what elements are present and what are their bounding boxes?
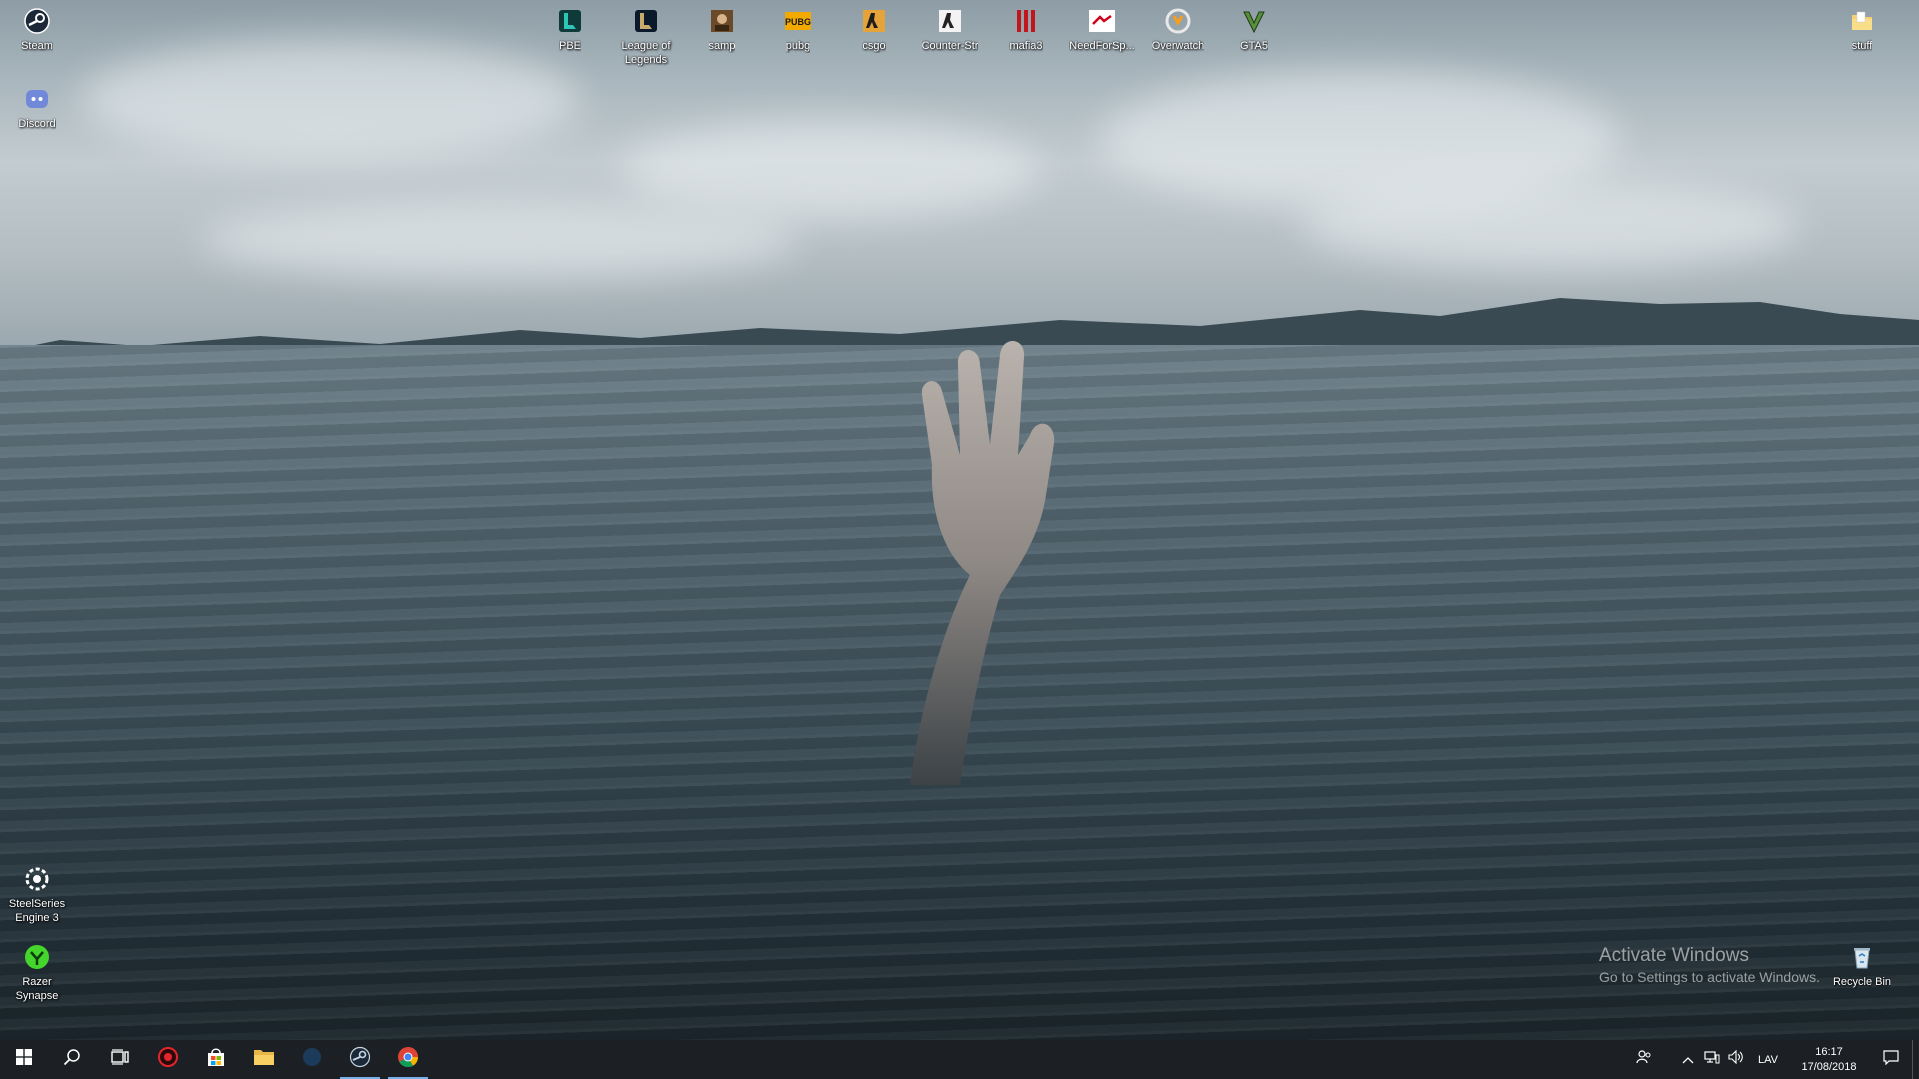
taskbar-chrome[interactable] — [384, 1040, 432, 1079]
desktop-icon-need-for-speed[interactable]: NeedForSp... — [1065, 6, 1139, 53]
desktop-icon-mafia3[interactable]: mafia3 — [989, 6, 1063, 53]
activate-windows-watermark: Activate Windows Go to Settings to activ… — [1599, 944, 1820, 986]
taskbar-file-explorer[interactable] — [240, 1040, 288, 1079]
league-icon — [631, 6, 661, 36]
start-icon — [16, 1049, 32, 1070]
desktop-icon-razer-synapse[interactable]: Razer Synapse — [0, 942, 74, 1003]
input-language[interactable]: LAV — [1748, 1054, 1788, 1066]
wallpaper-hand — [910, 340, 1055, 785]
razer-cortex-icon — [157, 1046, 179, 1073]
desktop-icon-discord[interactable]: Discord — [0, 84, 74, 131]
desktop-icon-label: Steam — [21, 40, 53, 52]
desktop-icon-counter-strike[interactable]: Counter-Str — [913, 6, 987, 53]
chrome-icon — [397, 1046, 419, 1073]
show-hidden-icons-button[interactable] — [1676, 1040, 1700, 1079]
notification-icon — [1883, 1049, 1899, 1070]
start-button[interactable] — [0, 1040, 48, 1079]
desktop-icon-label: GTA5 — [1240, 40, 1268, 52]
speaker-icon — [1728, 1049, 1744, 1069]
desktop-icon-samp[interactable]: samp — [685, 6, 759, 53]
desktop-icon-label: Discord — [18, 118, 56, 130]
folder-icon — [1847, 6, 1877, 36]
desktop-icon-label: Razer Synapse — [15, 976, 59, 1002]
search-button[interactable] — [48, 1040, 96, 1079]
desktop-icon-label: pubg — [785, 40, 811, 52]
razer-icon — [22, 942, 52, 972]
desktop-icon-steam[interactable]: Steam — [0, 6, 74, 53]
task-view-icon — [111, 1049, 129, 1070]
desktop-icon-stuff[interactable]: stuff — [1825, 6, 1899, 53]
desktop-icon-label: csgo — [862, 40, 886, 52]
pbe-icon — [555, 6, 585, 36]
taskbar-steam[interactable] — [336, 1040, 384, 1079]
desktop-icon-label: samp — [708, 40, 736, 52]
desktop-icon-overwatch[interactable]: Overwatch — [1141, 6, 1215, 53]
discord-icon — [22, 84, 52, 114]
steam-app-icon — [349, 1046, 371, 1073]
desktop-icon-label: PBE — [558, 40, 581, 52]
overwatch-icon — [1163, 6, 1193, 36]
system-tray: LAV 16:17 17/08/2018 — [1632, 1040, 1919, 1079]
taskbar: LAV 16:17 17/08/2018 — [0, 1040, 1919, 1079]
mafia3-icon — [1011, 6, 1041, 36]
watermark-subtitle: Go to Settings to activate Windows. — [1599, 969, 1820, 985]
desktop-icon-label: mafia3 — [1009, 40, 1043, 52]
steam-icon — [22, 6, 52, 36]
desktop-icon-label: League of Legends — [621, 40, 671, 66]
desktop-icon-gta5[interactable]: GTA5 — [1217, 6, 1291, 53]
desktop-icon-league-of-legends[interactable]: League of Legends — [609, 6, 683, 67]
samp-icon — [707, 6, 737, 36]
desktop-icon-csgo[interactable]: csgo — [837, 6, 911, 53]
clock-time: 16:17 — [1815, 1045, 1843, 1058]
desktop-icon-pbe[interactable]: PBE — [533, 6, 607, 53]
show-desktop-button[interactable] — [1912, 1040, 1919, 1079]
desktop-icon-label: Counter-Str — [921, 40, 979, 52]
desktop-icon-label: Recycle Bin — [1832, 976, 1892, 988]
svg-text:PUBG: PUBG — [785, 17, 811, 27]
counter-strike-icon — [935, 6, 965, 36]
desktop-icon-pubg[interactable]: PUBG pubg — [761, 6, 835, 53]
gta5-icon — [1239, 6, 1269, 36]
need-for-speed-icon — [1087, 6, 1117, 36]
desktop-icon-label: SteelSeries Engine 3 — [8, 898, 66, 924]
desktop-icon-label: stuff — [1851, 40, 1873, 52]
taskbar-store[interactable] — [192, 1040, 240, 1079]
taskbar-clock[interactable]: 16:17 17/08/2018 — [1788, 1045, 1870, 1075]
pubg-icon: PUBG — [783, 6, 813, 36]
recycle-bin-icon — [1847, 942, 1877, 972]
action-center-button[interactable] — [1870, 1040, 1912, 1079]
desktop-icon-steelseries[interactable]: SteelSeries Engine 3 — [0, 864, 74, 925]
desktop-icon-recycle-bin[interactable]: Recycle Bin — [1825, 942, 1899, 989]
people-button[interactable] — [1632, 1040, 1656, 1079]
network-button[interactable] — [1700, 1040, 1724, 1079]
desktop-wallpaper — [0, 0, 1919, 1040]
steelseries-app-icon — [301, 1046, 323, 1073]
watermark-title: Activate Windows — [1599, 945, 1749, 966]
clock-date: 17/08/2018 — [1801, 1060, 1857, 1073]
network-icon — [1704, 1050, 1720, 1069]
store-icon — [205, 1046, 227, 1073]
volume-button[interactable] — [1724, 1040, 1748, 1079]
steelseries-icon — [22, 864, 52, 894]
desktop-icon-label: Overwatch — [1151, 40, 1205, 52]
csgo-icon — [859, 6, 889, 36]
chevron-up-icon — [1682, 1051, 1694, 1069]
file-explorer-icon — [253, 1047, 275, 1072]
search-icon — [63, 1048, 81, 1071]
taskbar-steelseries[interactable] — [288, 1040, 336, 1079]
task-view-button[interactable] — [96, 1040, 144, 1079]
desktop-icon-label: NeedForSp... — [1069, 40, 1135, 52]
people-icon — [1636, 1049, 1652, 1070]
taskbar-razer-cortex[interactable] — [144, 1040, 192, 1079]
